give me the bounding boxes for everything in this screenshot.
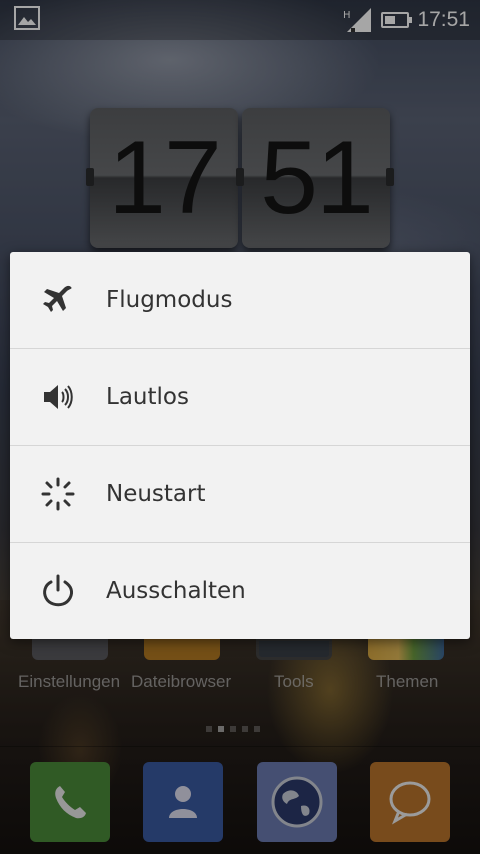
menu-item-silent[interactable]: Lautlos <box>10 349 470 445</box>
menu-item-label: Flugmodus <box>106 287 233 313</box>
menu-item-label: Lautlos <box>106 384 189 410</box>
menu-item-label: Ausschalten <box>106 578 246 604</box>
menu-item-label: Neustart <box>106 481 206 507</box>
restart-spinner-icon <box>40 476 76 512</box>
power-menu-dialog: Flugmodus Lautlos Neustart Ausschalten <box>10 252 470 639</box>
speaker-icon <box>40 379 76 415</box>
menu-item-power-off[interactable]: Ausschalten <box>10 543 470 639</box>
menu-item-restart[interactable]: Neustart <box>10 446 470 542</box>
power-icon <box>40 573 76 609</box>
airplane-icon <box>40 282 76 318</box>
menu-item-airplane-mode[interactable]: Flugmodus <box>10 252 470 348</box>
